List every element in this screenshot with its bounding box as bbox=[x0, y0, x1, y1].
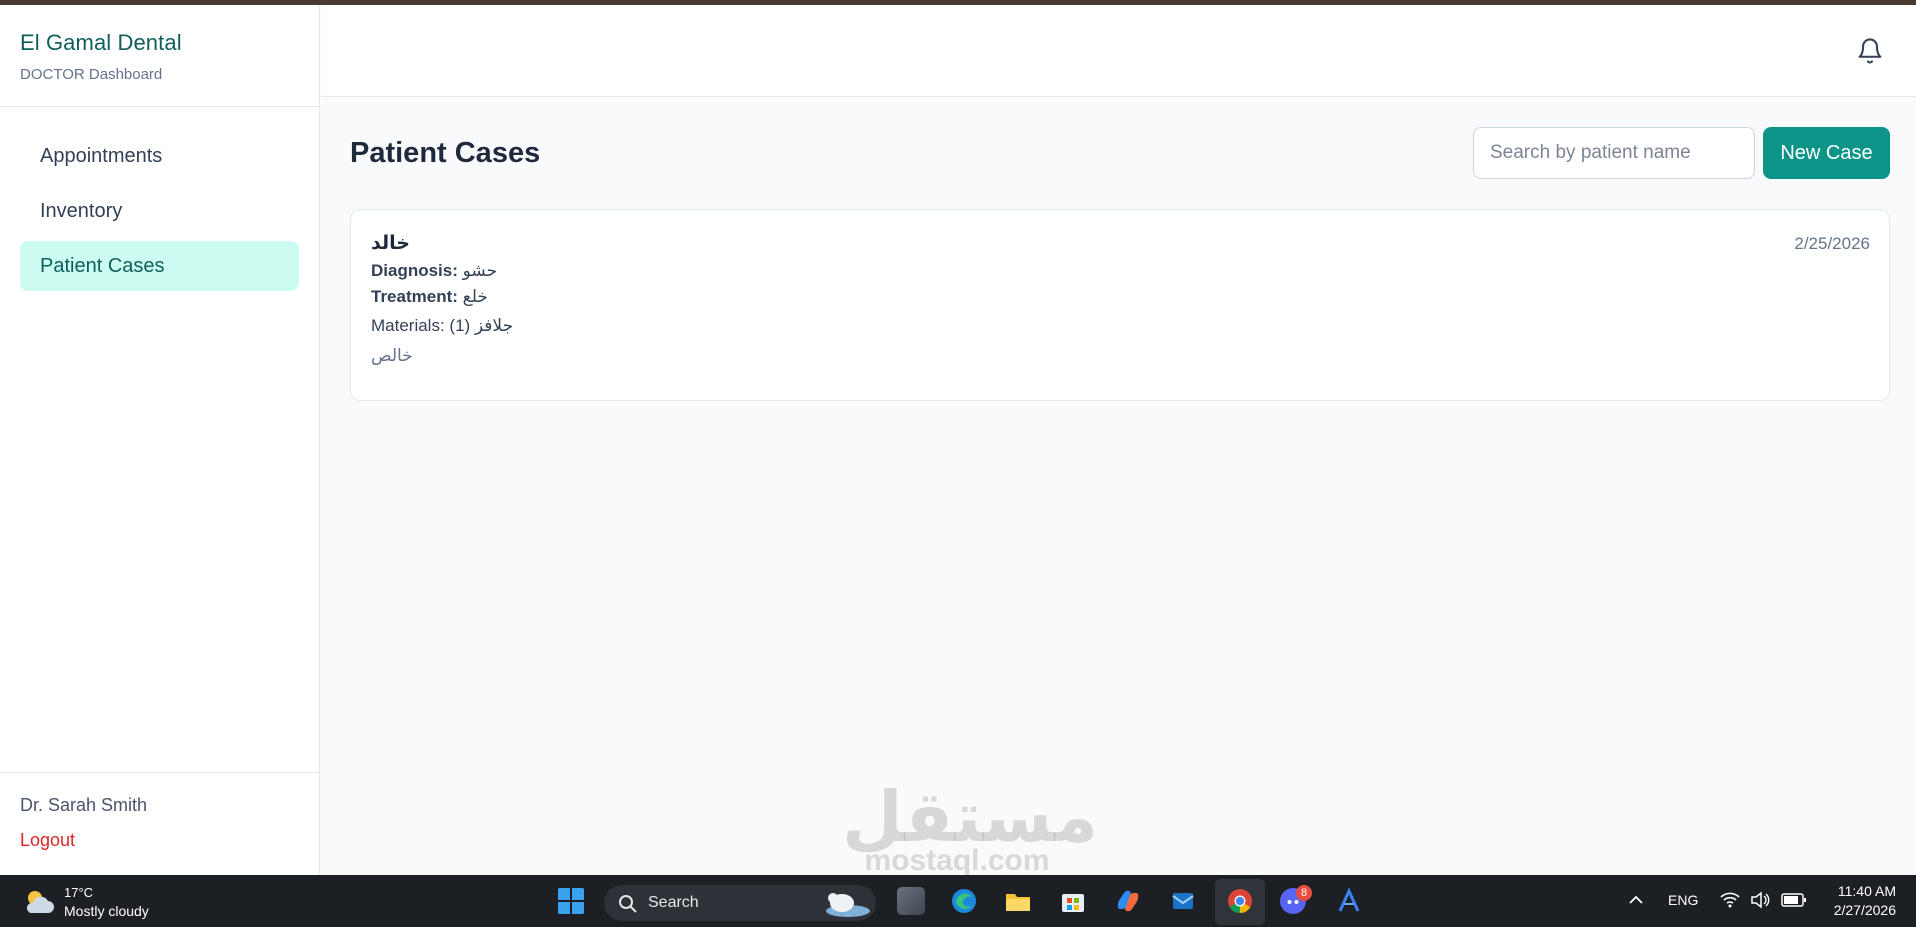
wifi-icon[interactable] bbox=[1720, 891, 1740, 909]
windows-taskbar: 17°C Mostly cloudy Search 8 ENG 11:40 AM… bbox=[0, 875, 1916, 927]
diagnosis-row: Diagnosis: حشو bbox=[371, 261, 1869, 281]
brand-subtitle: DOCTOR Dashboard bbox=[20, 66, 163, 83]
case-date: 2/25/2026 bbox=[1794, 234, 1870, 253]
microsoft-store-icon[interactable] bbox=[1059, 887, 1087, 915]
top-header bbox=[321, 5, 1916, 97]
search-input[interactable] bbox=[1473, 127, 1755, 179]
chrome-browser-icon[interactable] bbox=[1226, 887, 1254, 915]
search-icon bbox=[619, 895, 637, 913]
outlook-icon[interactable] bbox=[1169, 887, 1197, 915]
discord-notification-badge: 8 bbox=[1296, 885, 1312, 901]
case-notes: خالص bbox=[371, 346, 413, 365]
search-highlight-icon bbox=[826, 893, 870, 917]
app-launcher-icon[interactable] bbox=[1335, 887, 1363, 915]
diagnosis-value: حشو bbox=[462, 261, 498, 280]
windows-start-icon[interactable] bbox=[557, 887, 585, 915]
materials-text: Materials: (1) جلافز bbox=[371, 316, 514, 335]
taskbar-search-label: Search bbox=[648, 894, 699, 911]
logout-link[interactable]: Logout bbox=[20, 830, 319, 851]
edge-browser-icon[interactable] bbox=[950, 887, 978, 915]
sidebar-nav: Appointments Inventory Patient Cases bbox=[0, 107, 319, 291]
cloudy-weather-icon bbox=[26, 891, 54, 913]
taskbar-search[interactable]: Search bbox=[604, 885, 876, 921]
system-clock[interactable]: 11:40 AM 2/27/2026 bbox=[1834, 882, 1896, 920]
file-explorer-icon[interactable] bbox=[1004, 887, 1032, 915]
diagnosis-label: Diagnosis: bbox=[371, 261, 458, 280]
sidebar-item-appointments[interactable]: Appointments bbox=[20, 131, 299, 181]
patient-name: خالد bbox=[371, 233, 410, 254]
task-view-icon[interactable] bbox=[897, 887, 925, 915]
language-indicator[interactable]: ENG bbox=[1668, 892, 1698, 908]
chevron-up-icon[interactable] bbox=[1628, 894, 1644, 906]
sidebar: El Gamal Dental DOCTOR Dashboard Appoint… bbox=[0, 5, 320, 875]
weather-widget[interactable]: 17°C Mostly cloudy bbox=[22, 885, 222, 919]
treatment-value: خلع bbox=[462, 287, 488, 306]
volume-icon[interactable] bbox=[1750, 891, 1770, 909]
page-title: Patient Cases bbox=[350, 137, 541, 169]
user-name: Dr. Sarah Smith bbox=[20, 795, 148, 815]
clock-time: 11:40 AM bbox=[1837, 883, 1896, 899]
sidebar-footer: Dr. Sarah Smith Logout bbox=[0, 772, 319, 875]
weather-condition: Mostly cloudy bbox=[64, 903, 149, 919]
main-content: Patient Cases New Case خالد 2/25/2026 Di… bbox=[321, 97, 1916, 875]
temperature: 17°C bbox=[64, 885, 94, 900]
brand-title: El Gamal Dental bbox=[20, 30, 182, 55]
treatment-row: Treatment: خلع bbox=[371, 287, 1869, 307]
sidebar-item-inventory[interactable]: Inventory bbox=[20, 186, 299, 236]
copilot-icon[interactable] bbox=[1114, 887, 1142, 915]
brand: El Gamal Dental DOCTOR Dashboard bbox=[0, 5, 319, 107]
bell-icon[interactable] bbox=[1856, 36, 1884, 66]
new-case-button[interactable]: New Case bbox=[1763, 127, 1890, 179]
case-card[interactable]: خالد 2/25/2026 Diagnosis: حشو Treatment:… bbox=[350, 209, 1890, 401]
clock-date: 2/27/2026 bbox=[1833, 902, 1896, 918]
treatment-label: Treatment: bbox=[371, 287, 458, 306]
sidebar-item-patient-cases[interactable]: Patient Cases bbox=[20, 241, 299, 291]
battery-icon[interactable] bbox=[1781, 893, 1807, 907]
